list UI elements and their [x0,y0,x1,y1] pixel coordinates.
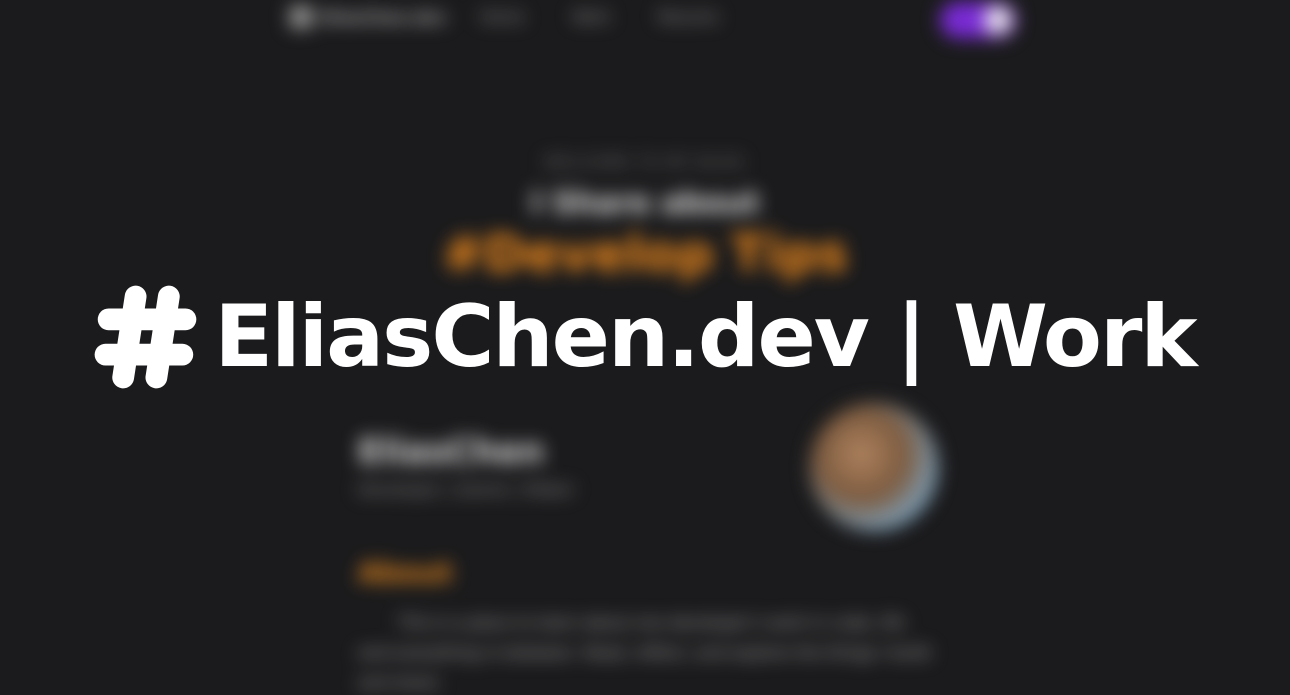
about-heading: About [358,556,453,589]
page-title: EliasChen.dev | Work [214,287,1197,387]
profile-role: Developer | Gamer | Maker [358,480,575,499]
avatar [810,403,938,531]
title-overlay: EliasChen.dev | Work [0,282,1290,392]
theme-toggle[interactable] [940,2,1016,38]
logo-icon [290,6,312,28]
nav-link-work[interactable]: Work [572,8,610,26]
hash-icon [95,285,197,389]
hero-topic: #Develop Tips [442,225,848,283]
toggle-knob [984,6,1012,34]
hero-eyebrow: WELCOME TO MY BLOG [544,155,746,171]
about-text: This is a place to learn about one devel… [358,613,931,692]
nav-link-resume[interactable]: Resume [658,8,718,26]
nav-links: Home Work Resume [480,8,718,26]
page: EliasChen.dev Home Work Resume WELCOME T… [0,0,1290,695]
site-logo[interactable]: EliasChen.dev [290,6,446,28]
hero-line: I Share about [530,186,760,221]
profile-name: EliasChen [358,432,545,472]
nav-link-home[interactable]: Home [480,8,524,26]
site-logo-text: EliasChen.dev [320,7,447,27]
